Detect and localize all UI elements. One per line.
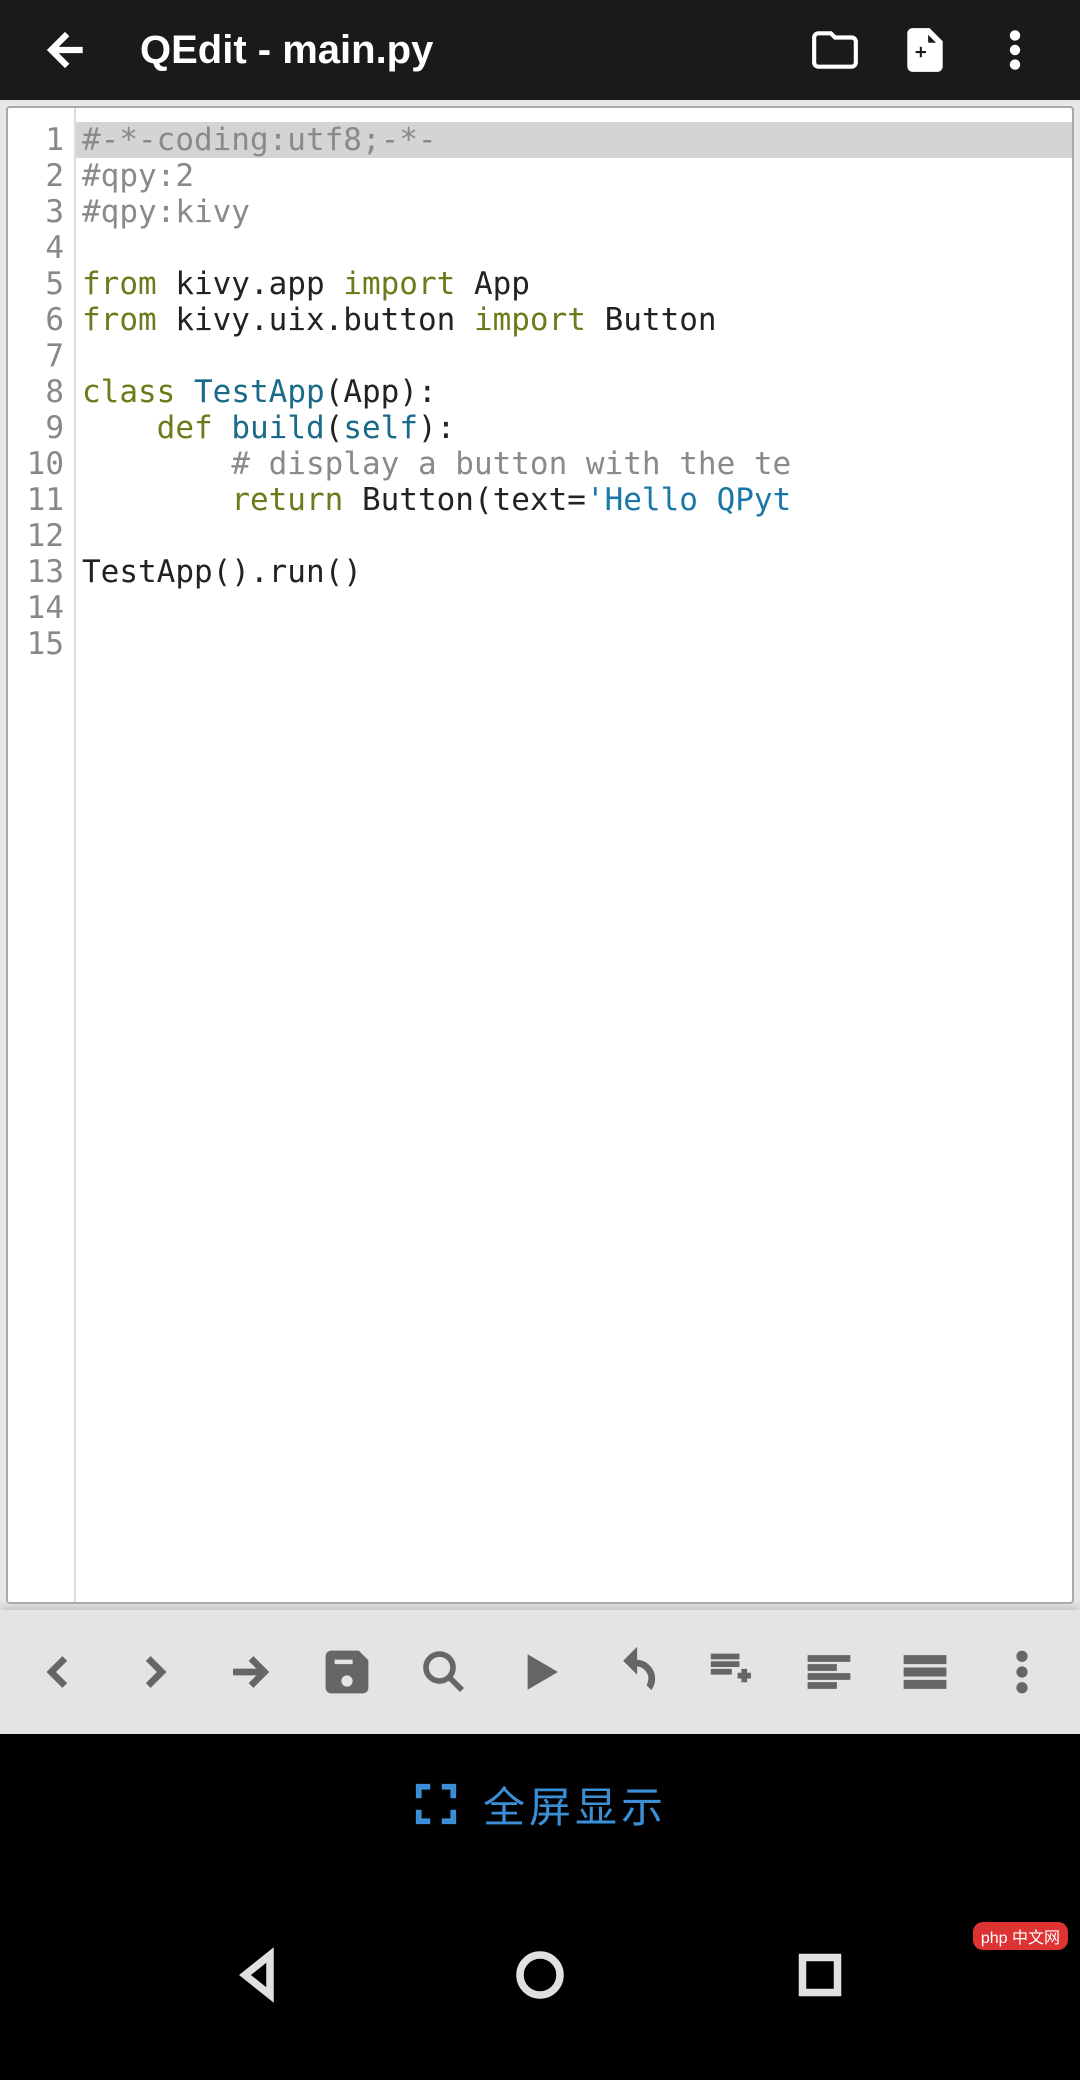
save-icon	[320, 1645, 374, 1699]
code-line[interactable]: #-*-coding:utf8;-*-	[76, 122, 1072, 158]
save-button[interactable]	[299, 1610, 395, 1734]
app-title: QEdit - main.py	[140, 28, 790, 73]
circle-home-icon	[510, 1945, 570, 2005]
line-number: 14	[8, 590, 74, 626]
code-line[interactable]: return Button(text='Hello QPyt	[82, 482, 1072, 518]
arrow-right-icon	[224, 1645, 278, 1699]
more-vert-icon	[990, 25, 1040, 75]
android-nav-bar	[0, 1874, 1080, 2080]
snippet-button[interactable]	[685, 1610, 781, 1734]
more-button[interactable]	[974, 1610, 1070, 1734]
editor-area: 123456789101112131415 #-*-coding:utf8;-*…	[0, 100, 1080, 1610]
chevron-left-icon	[31, 1645, 85, 1699]
line-number: 1	[8, 122, 74, 158]
play-icon	[513, 1645, 567, 1699]
sliders-icon	[898, 1645, 952, 1699]
prev-button[interactable]	[10, 1610, 106, 1734]
square-recent-icon	[790, 1945, 850, 2005]
format-button[interactable]	[781, 1610, 877, 1734]
code-line[interactable]	[82, 338, 1072, 374]
fullscreen-icon	[413, 1781, 459, 1827]
triangle-back-icon	[230, 1945, 290, 2005]
open-folder-button[interactable]	[790, 5, 880, 95]
line-number: 8	[8, 374, 74, 410]
search-icon	[417, 1645, 471, 1699]
code-line[interactable]: class TestApp(App):	[82, 374, 1072, 410]
code-line[interactable]	[82, 626, 1072, 662]
line-number: 11	[8, 482, 74, 518]
watermark: php 中文网	[973, 1922, 1068, 1950]
run-button[interactable]	[492, 1610, 588, 1734]
code-line[interactable]	[82, 518, 1072, 554]
nav-back-button[interactable]	[230, 1945, 290, 2010]
nav-recent-button[interactable]	[790, 1945, 850, 2010]
line-number: 5	[8, 266, 74, 302]
line-number: 13	[8, 554, 74, 590]
editor-toolbar	[0, 1610, 1080, 1734]
undo-button[interactable]	[588, 1610, 684, 1734]
app-bar: QEdit - main.py	[0, 0, 1080, 100]
indent-button[interactable]	[203, 1610, 299, 1734]
search-button[interactable]	[395, 1610, 491, 1734]
settings-button[interactable]	[877, 1610, 973, 1734]
line-number: 10	[8, 446, 74, 482]
line-number: 15	[8, 626, 74, 662]
overflow-menu-button[interactable]	[970, 5, 1060, 95]
file-plus-icon	[900, 25, 950, 75]
next-button[interactable]	[106, 1610, 202, 1734]
line-number-gutter: 123456789101112131415	[8, 108, 76, 1602]
undo-icon	[609, 1645, 663, 1699]
align-left-icon	[802, 1645, 856, 1699]
code-line[interactable]	[82, 590, 1072, 626]
more-vert-icon	[995, 1645, 1049, 1699]
line-number: 9	[8, 410, 74, 446]
line-number: 3	[8, 194, 74, 230]
fullscreen-bar[interactable]: 全屏显示	[0, 1734, 1080, 1874]
line-number: 6	[8, 302, 74, 338]
code-line[interactable]: from kivy.app import App	[82, 266, 1072, 302]
code-line[interactable]: from kivy.uix.button import Button	[82, 302, 1072, 338]
line-number: 2	[8, 158, 74, 194]
arrow-left-icon	[40, 25, 90, 75]
code-line[interactable]: #qpy:kivy	[82, 194, 1072, 230]
fullscreen-label: 全屏显示	[483, 1774, 667, 1835]
back-button[interactable]	[20, 5, 110, 95]
line-number: 4	[8, 230, 74, 266]
folder-icon	[810, 25, 860, 75]
code-line[interactable]: TestApp().run()	[82, 554, 1072, 590]
code-line[interactable]: # display a button with the te	[82, 446, 1072, 482]
nav-home-button[interactable]	[510, 1945, 570, 2010]
code-editor[interactable]: #-*-coding:utf8;-*-#qpy:2#qpy:kivy from k…	[76, 108, 1072, 1602]
new-file-button[interactable]	[880, 5, 970, 95]
code-line[interactable]	[82, 230, 1072, 266]
code-line[interactable]: #qpy:2	[82, 158, 1072, 194]
chevron-right-icon	[128, 1645, 182, 1699]
editor-frame: 123456789101112131415 #-*-coding:utf8;-*…	[6, 106, 1074, 1604]
code-line[interactable]: def build(self):	[82, 410, 1072, 446]
line-number: 7	[8, 338, 74, 374]
line-number: 12	[8, 518, 74, 554]
snippet-icon	[706, 1645, 760, 1699]
